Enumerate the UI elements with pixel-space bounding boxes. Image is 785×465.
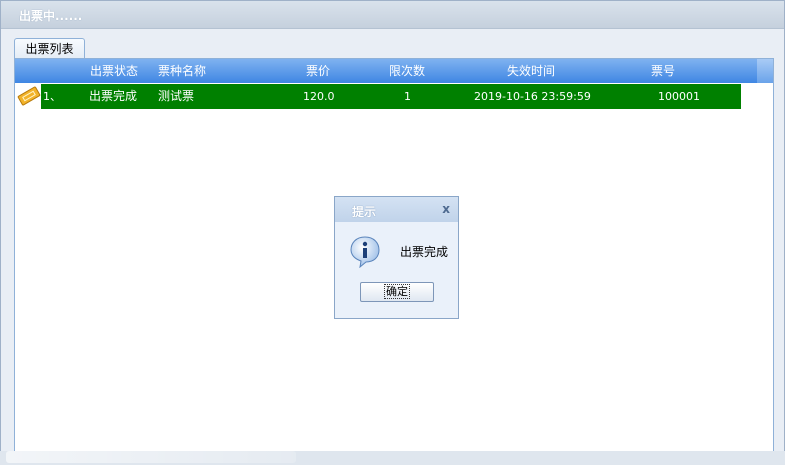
row-index: 1、: [43, 90, 61, 103]
dialog-title: 提示: [352, 205, 377, 219]
ok-button[interactable]: 确定: [360, 282, 434, 302]
column-header-expire[interactable]: 失效时间: [507, 59, 555, 83]
tab-ticket-list[interactable]: 出票列表: [14, 38, 85, 59]
cell-expire: 2019-10-16 23:59:59: [474, 90, 591, 103]
status-bar: [0, 451, 785, 465]
cell-limit: 1: [404, 90, 411, 103]
info-icon: [348, 234, 382, 269]
cell-status: 出票完成: [89, 89, 138, 103]
dialog-message: 出票完成: [400, 245, 449, 259]
cell-price: 120.0: [303, 90, 335, 103]
cell-ticket-no: 100001: [658, 90, 700, 103]
title-bar[interactable]: 出票中......: [1, 1, 784, 29]
header-scroll-corner: [757, 59, 773, 83]
grid-header: 出票状态 票种名称 票价 限次数 失效时间 票号: [15, 59, 773, 83]
column-header-ticket-name[interactable]: 票种名称: [158, 59, 206, 83]
table-row[interactable]: 1、 出票完成 测试票 120.0 1 2019-10-16 23:59:59 …: [41, 84, 741, 109]
window-title: 出票中......: [19, 9, 83, 23]
ok-button-label: 确定: [384, 284, 410, 299]
cell-ticket-name: 测试票: [158, 89, 195, 103]
column-header-ticket-no[interactable]: 票号: [651, 59, 675, 83]
column-header-status[interactable]: 出票状态: [90, 59, 138, 83]
prompt-dialog: 提示 x 出票完成 确定: [334, 196, 459, 319]
close-icon[interactable]: x: [442, 202, 450, 216]
column-header-limit[interactable]: 限次数: [389, 59, 425, 83]
status-text-obscured: [6, 451, 296, 463]
column-header-price[interactable]: 票价: [306, 59, 330, 83]
dialog-title-bar[interactable]: 提示 x: [335, 197, 458, 222]
main-window: 出票中...... 出票列表 出票状态 票种名称 票价 限次数 失效时间 票号 …: [0, 0, 785, 465]
ticket-icon: [17, 86, 41, 106]
